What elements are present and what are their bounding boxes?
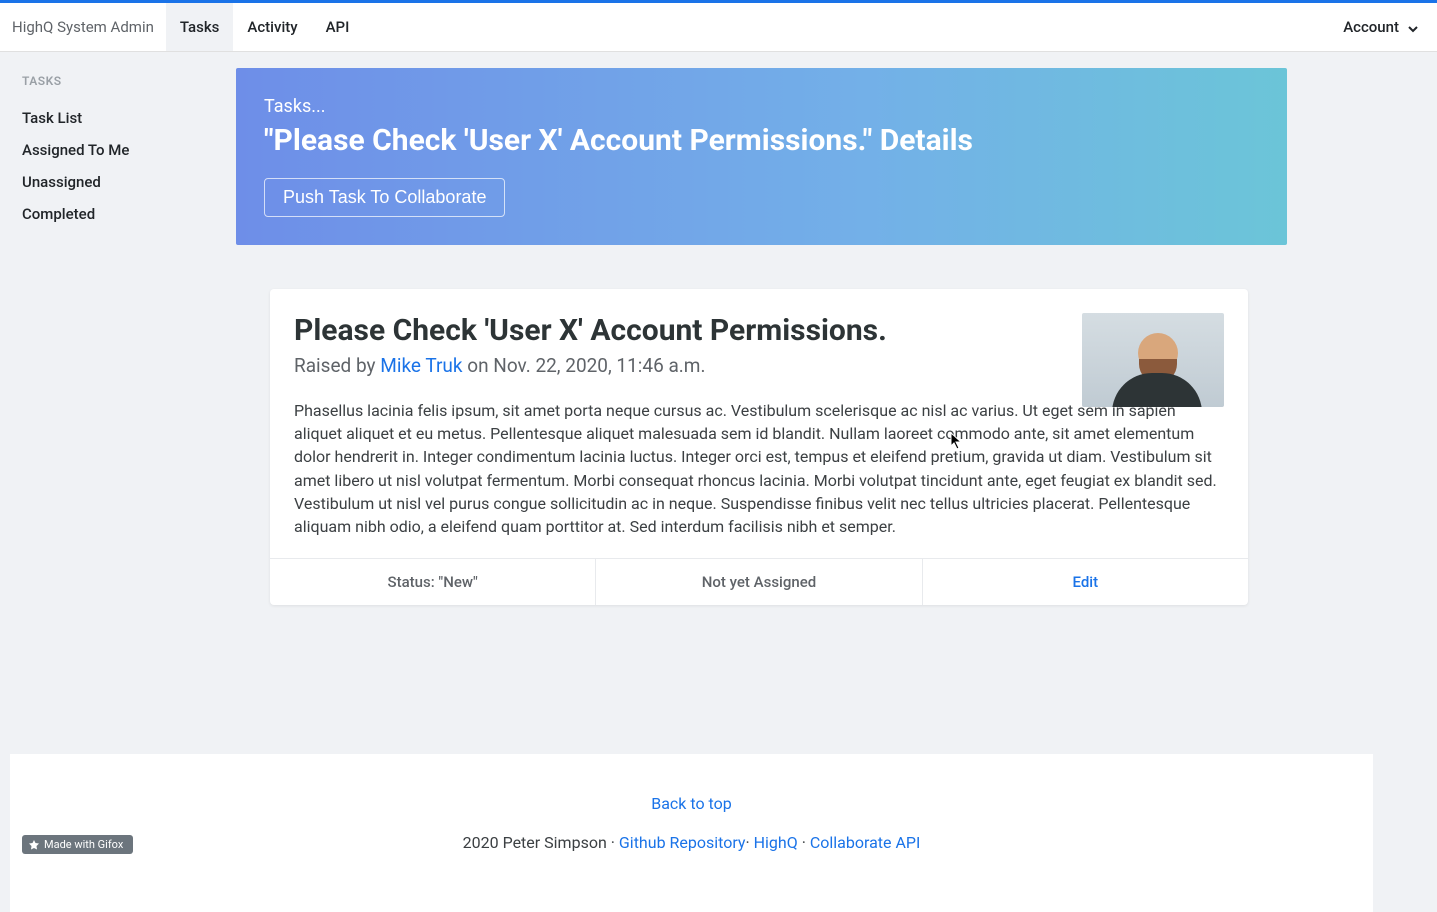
brand[interactable]: HighQ System Admin xyxy=(0,3,166,51)
push-task-button[interactable]: Push Task To Collaborate xyxy=(264,178,505,217)
sidebar-item-completed[interactable]: Completed xyxy=(22,198,236,230)
sep1: · xyxy=(745,833,753,852)
raised-by-prefix: Raised by xyxy=(294,354,380,377)
sidebar-heading: TASKS xyxy=(22,74,236,88)
assignment-cell: Not yet Assigned xyxy=(596,559,922,605)
banner-title: "Please Check 'User X' Account Permissio… xyxy=(264,123,1259,158)
edit-link[interactable]: Edit xyxy=(923,559,1248,605)
gifox-label: Made with Gifox xyxy=(44,838,123,851)
gifox-badge: Made with Gifox xyxy=(22,835,133,854)
status-cell: Status: "New" xyxy=(270,559,596,605)
copyright: 2020 Peter Simpson · xyxy=(463,833,619,852)
account-label: Account xyxy=(1343,18,1399,36)
sep2: · xyxy=(798,833,810,852)
avatar xyxy=(1082,313,1224,407)
raised-by-suffix: on Nov. 22, 2020, 11:46 a.m. xyxy=(463,354,706,377)
gifox-icon xyxy=(28,839,40,851)
account-menu[interactable]: Account xyxy=(1325,18,1437,36)
highq-link[interactable]: HighQ xyxy=(754,833,798,852)
navbar: HighQ System Admin Tasks Activity API Ac… xyxy=(0,3,1437,52)
nav-api[interactable]: API xyxy=(312,3,364,51)
collaborate-api-link[interactable]: Collaborate API xyxy=(810,833,921,852)
raised-by-link[interactable]: Mike Truk xyxy=(380,354,462,377)
sidebar-item-task-list[interactable]: Task List xyxy=(22,102,236,134)
sidebar-item-assigned-to-me[interactable]: Assigned To Me xyxy=(22,134,236,166)
banner-eyebrow: Tasks... xyxy=(264,96,1259,117)
nav-activity[interactable]: Activity xyxy=(233,3,311,51)
footer-line: 2020 Peter Simpson · Github Repository· … xyxy=(10,833,1373,852)
page-footer: Back to top 2020 Peter Simpson · Github … xyxy=(10,754,1373,912)
nav-tasks[interactable]: Tasks xyxy=(166,3,234,51)
task-card: Please Check 'User X' Account Permission… xyxy=(270,289,1248,605)
back-to-top-link[interactable]: Back to top xyxy=(651,794,731,813)
cursor-icon xyxy=(950,432,964,450)
github-link[interactable]: Github Repository xyxy=(619,833,746,852)
task-description: Phasellus lacinia felis ipsum, sit amet … xyxy=(294,399,1224,538)
sidebar-item-unassigned[interactable]: Unassigned xyxy=(22,166,236,198)
card-footer: Status: "New" Not yet Assigned Edit xyxy=(270,558,1248,605)
banner: Tasks... "Please Check 'User X' Account … xyxy=(236,68,1287,245)
chevron-down-icon xyxy=(1407,21,1419,33)
